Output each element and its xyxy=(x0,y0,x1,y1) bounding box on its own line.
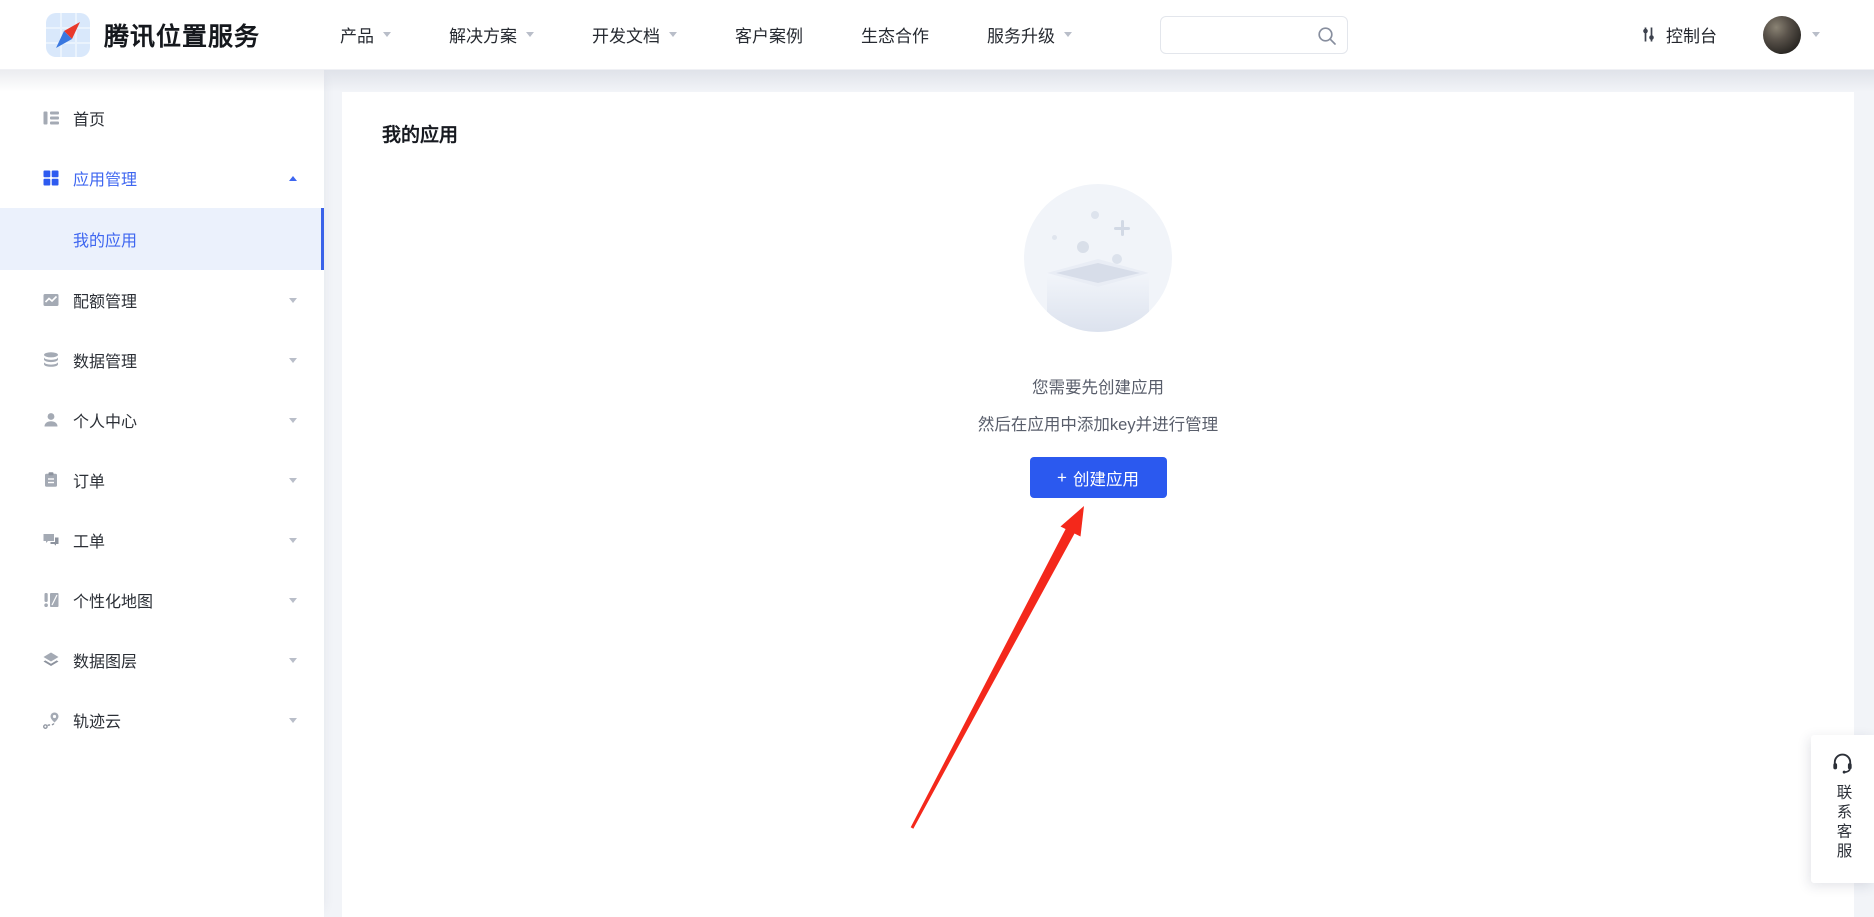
sidebar-item-tickets[interactable]: 工单 xyxy=(0,510,324,570)
order-icon xyxy=(42,471,60,489)
header-right-group: 控制台 xyxy=(1640,16,1820,54)
empty-box-illustration xyxy=(1024,184,1172,332)
empty-state-text-2: 然后在应用中添加key并进行管理 xyxy=(978,411,1218,435)
chevron-down-icon xyxy=(1064,32,1072,37)
deco-dot xyxy=(1052,235,1057,240)
primary-nav: 产品 解决方案 开发文档 客户案例 生态合作 服务升级 xyxy=(340,22,1130,47)
sidebar-item-personal-center[interactable]: 个人中心 xyxy=(0,390,324,450)
nav-item-upgrade[interactable]: 服务升级 xyxy=(987,22,1072,47)
database-icon xyxy=(42,351,60,369)
contact-support-widget[interactable]: 联系客服 xyxy=(1811,735,1874,883)
brand-title: 腾讯位置服务 xyxy=(104,17,260,53)
chevron-down-icon xyxy=(289,358,297,363)
nav-item-solutions[interactable]: 解决方案 xyxy=(449,22,534,47)
chevron-down-icon xyxy=(669,32,677,37)
sidebar-item-quota[interactable]: 配额管理 xyxy=(0,270,324,330)
nav-item-cases[interactable]: 客户案例 xyxy=(735,22,803,47)
empty-state-text-1: 您需要先创建应用 xyxy=(1032,374,1164,398)
console-link[interactable]: 控制台 xyxy=(1640,22,1717,47)
create-app-button[interactable]: + 创建应用 xyxy=(1030,457,1167,498)
track-pin-icon xyxy=(42,711,60,729)
deco-dot xyxy=(1077,241,1089,253)
brand-logo[interactable]: 腾讯位置服务 xyxy=(46,13,260,57)
chevron-up-icon xyxy=(289,176,297,181)
layers-icon xyxy=(42,651,60,669)
person-icon xyxy=(42,411,60,429)
ticket-icon xyxy=(42,531,60,549)
chevron-down-icon xyxy=(289,658,297,663)
custom-map-icon xyxy=(42,591,60,609)
header-search xyxy=(1160,16,1348,54)
chevron-down-icon xyxy=(289,718,297,723)
sidebar-item-home[interactable]: 首页 xyxy=(0,88,324,148)
user-avatar[interactable] xyxy=(1763,16,1801,54)
apps-icon xyxy=(42,169,60,187)
compass-logo-icon xyxy=(46,13,90,57)
contact-support-label: 联系客服 xyxy=(1832,784,1854,862)
page-title: 我的应用 xyxy=(382,120,458,147)
search-icon[interactable] xyxy=(1316,25,1338,47)
sidebar-item-orders[interactable]: 订单 xyxy=(0,450,324,510)
chevron-down-icon xyxy=(289,298,297,303)
chevron-down-icon xyxy=(383,32,391,37)
nav-item-docs[interactable]: 开发文档 xyxy=(592,22,677,47)
avatar-chevron-down-icon[interactable] xyxy=(1812,32,1820,37)
home-icon xyxy=(42,109,60,127)
plus-icon: + xyxy=(1057,468,1067,488)
deco-dot xyxy=(1091,211,1099,219)
chevron-down-icon xyxy=(289,478,297,483)
sidebar-item-app-management[interactable]: 应用管理 xyxy=(0,148,324,208)
chevron-down-icon xyxy=(289,538,297,543)
chevron-down-icon xyxy=(289,598,297,603)
sidebar: 首页 应用管理 我的应用 配额管理 xyxy=(0,70,324,917)
nav-item-products[interactable]: 产品 xyxy=(340,22,391,47)
top-navbar: 腾讯位置服务 产品 解决方案 开发文档 客户案例 生态合作 服务升级 xyxy=(0,0,1874,70)
sliders-icon xyxy=(1640,26,1657,43)
chevron-down-icon xyxy=(526,32,534,37)
deco-plus-icon xyxy=(1114,220,1130,236)
console-label: 控制台 xyxy=(1666,22,1717,47)
chevron-down-icon xyxy=(289,418,297,423)
create-app-button-label: 创建应用 xyxy=(1073,466,1139,490)
sidebar-item-data-layers[interactable]: 数据图层 xyxy=(0,630,324,690)
page-content: 首页 应用管理 我的应用 配额管理 xyxy=(0,70,1874,917)
sidebar-item-data-management[interactable]: 数据管理 xyxy=(0,330,324,390)
quota-chart-icon xyxy=(42,291,60,309)
sidebar-subitem-my-apps[interactable]: 我的应用 xyxy=(0,208,324,270)
sidebar-item-custom-map[interactable]: 个性化地图 xyxy=(0,570,324,630)
headset-icon xyxy=(1830,750,1855,775)
empty-state: 您需要先创建应用 然后在应用中添加key并进行管理 + 创建应用 xyxy=(342,184,1854,498)
sidebar-item-track-cloud[interactable]: 轨迹云 xyxy=(0,690,324,750)
deco-dot xyxy=(1112,254,1122,264)
main-panel: 我的应用 您需要先创建应用 xyxy=(342,92,1854,917)
nav-item-ecosystem[interactable]: 生态合作 xyxy=(861,22,929,47)
